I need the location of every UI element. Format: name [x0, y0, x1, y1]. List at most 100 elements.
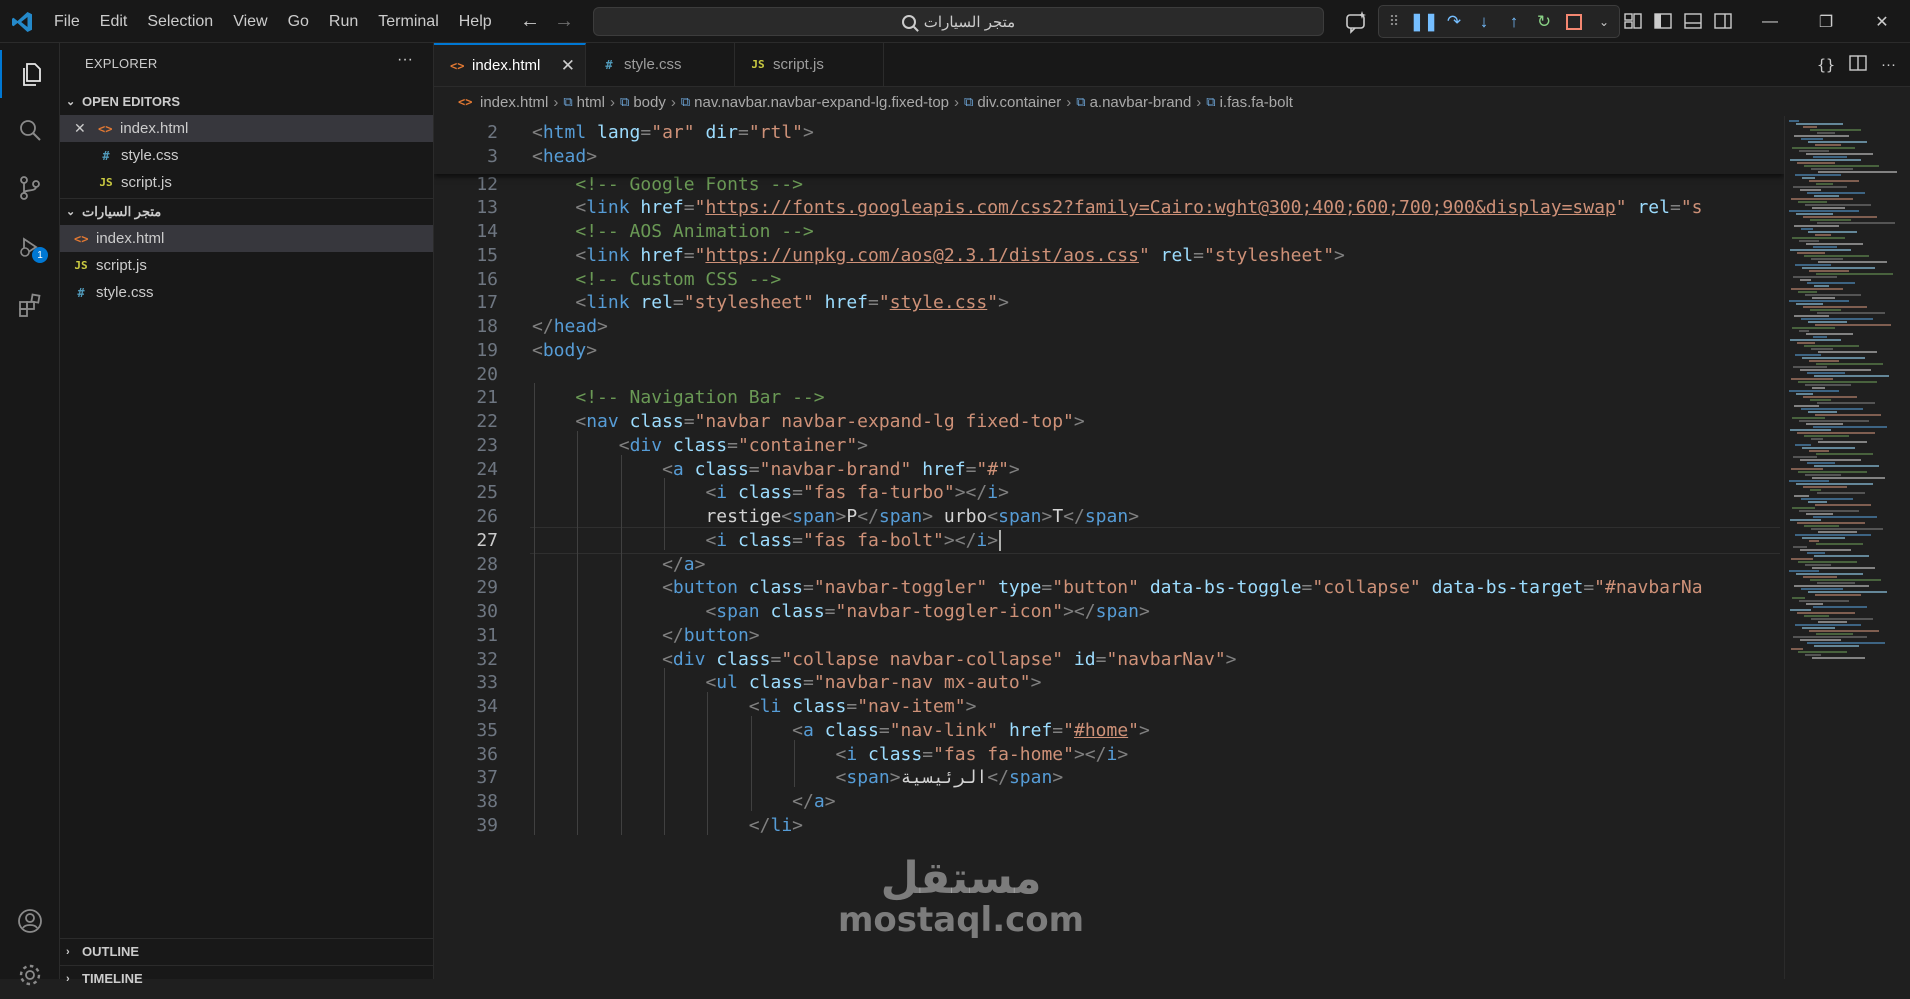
code-token: > — [586, 146, 598, 167]
code-token: <!-- AOS Animation --> — [575, 221, 814, 242]
minimap-line — [1792, 417, 1825, 419]
close-icon[interactable]: ✕ — [561, 56, 575, 76]
symbol-tag-icon: ⧉ — [563, 94, 573, 109]
folder-header[interactable]: ⌄ متجر السيارات — [60, 198, 434, 224]
more-actions-icon[interactable]: ··· — [1881, 56, 1896, 73]
toggle-primary-sidebar-icon[interactable] — [1652, 10, 1674, 32]
minimap-line — [1809, 630, 1879, 632]
command-center-text: متجر السيارات — [923, 13, 1016, 31]
copilot-chat-icon[interactable] — [1342, 8, 1370, 36]
breadcrumb-item[interactable]: html — [577, 94, 605, 111]
tab-label: index.html — [472, 57, 541, 74]
minimap-line — [1818, 621, 1847, 623]
minimap-line — [1803, 396, 1857, 398]
account-icon[interactable] — [0, 897, 60, 945]
minimap-line — [1816, 633, 1853, 635]
open-editor-item[interactable]: JS script.js — [60, 169, 433, 196]
customize-layout-icon[interactable] — [1622, 10, 1644, 32]
extensions-icon[interactable] — [0, 281, 60, 329]
code-token: < — [575, 244, 587, 266]
open-editor-item[interactable]: ✕ <> index.html — [60, 115, 433, 142]
code-editor[interactable]: 2 <html lang="ar" dir="rtl"> 3 <head> 12 <!-… — [434, 116, 1784, 979]
manage-gear-icon[interactable] — [0, 951, 60, 999]
code-token: a — [672, 458, 684, 480]
toggle-panel-icon[interactable] — [1682, 10, 1704, 32]
tab-script-js[interactable]: JS script.js — [735, 43, 884, 86]
run-debug-icon[interactable]: 1 — [0, 223, 60, 271]
minimap-line — [1808, 141, 1867, 143]
open-editors-header[interactable]: ⌄ OPEN EDITORS — [60, 88, 434, 114]
more-actions-icon[interactable]: ··· — [397, 51, 413, 69]
menu-view[interactable]: View — [223, 0, 277, 43]
minimap-line — [1801, 138, 1823, 140]
minimap-line — [1806, 513, 1833, 515]
outline-header[interactable]: › OUTLINE — [60, 938, 434, 964]
step-over-icon[interactable]: ↷ — [1439, 6, 1469, 37]
tab-style-css[interactable]: # style.css — [586, 43, 735, 86]
file-item[interactable]: # style.css — [60, 279, 433, 306]
menu-terminal[interactable]: Terminal — [368, 0, 448, 43]
tab-index-html[interactable]: <> index.html ✕ — [434, 43, 586, 86]
html-file-icon: <> — [74, 231, 89, 246]
source-control-icon[interactable] — [0, 164, 60, 212]
file-item[interactable]: <> index.html — [60, 225, 433, 252]
menu-run[interactable]: Run — [319, 0, 368, 43]
restart-icon[interactable]: ↻ — [1529, 6, 1559, 37]
drag-handle-icon[interactable]: ⠿ — [1379, 6, 1409, 37]
js-file-icon: JS — [99, 176, 113, 189]
stop-icon[interactable] — [1559, 6, 1589, 37]
breadcrumb-item[interactable]: body — [633, 94, 666, 111]
step-out-icon[interactable]: ↑ — [1499, 6, 1529, 37]
pause-icon[interactable]: ❚❚ — [1409, 6, 1439, 37]
menu-file[interactable]: File — [44, 0, 90, 43]
code-token: > — [586, 339, 598, 361]
code-token: i — [716, 529, 728, 551]
breadcrumb-item[interactable]: index.html — [480, 94, 548, 111]
timeline-header[interactable]: › TIMELINE — [60, 965, 434, 991]
open-editor-item[interactable]: # style.css — [60, 142, 433, 169]
breadcrumb-item[interactable]: div.container — [977, 94, 1061, 111]
minimap-line — [1812, 657, 1865, 659]
code-token: = — [792, 482, 803, 504]
file-item[interactable]: JS script.js — [60, 252, 433, 279]
chevron-down-icon[interactable]: ⌄ — [1589, 6, 1619, 37]
braces-icon[interactable]: {} — [1817, 56, 1835, 74]
search-view-icon[interactable] — [0, 106, 60, 154]
code-token: class — [748, 577, 803, 599]
breadcrumb-item[interactable]: nav.navbar.navbar-expand-lg.fixed-top — [694, 94, 949, 111]
minimap-line — [1802, 627, 1835, 629]
minimap-line — [1789, 480, 1829, 482]
minimap-line — [1791, 198, 1853, 200]
minimize-icon[interactable]: — — [1742, 0, 1798, 43]
split-editor-icon[interactable] — [1849, 54, 1867, 75]
explorer-icon[interactable] — [0, 50, 62, 98]
forward-arrow-icon[interactable]: → — [554, 10, 574, 33]
code-token: a — [803, 719, 814, 741]
minimap[interactable] — [1784, 116, 1910, 979]
breadcrumb-item[interactable]: i.fas.fa-bolt — [1220, 94, 1293, 111]
breadcrumb-item[interactable]: a.navbar-brand — [1090, 94, 1192, 111]
minimap-line — [1805, 654, 1821, 656]
code-token: > — [1128, 506, 1140, 527]
code-token: < — [532, 122, 543, 143]
sticky-scroll-header[interactable]: 2 <html lang="ar" dir="rtl"> 3 <head> — [434, 116, 1784, 174]
code-text: </li> — [749, 811, 803, 840]
close-icon[interactable]: ✕ — [74, 120, 90, 137]
menu-edit[interactable]: Edit — [90, 0, 138, 43]
command-center-search[interactable]: متجر السيارات — [593, 7, 1324, 36]
back-arrow-icon[interactable]: ← — [520, 10, 540, 33]
code-token: > — [1139, 719, 1150, 741]
menu-help[interactable]: Help — [449, 0, 502, 43]
minimap-line — [1798, 471, 1867, 473]
close-window-icon[interactable]: ✕ — [1854, 0, 1910, 43]
code-line[interactable]: 3 <head> — [434, 142, 1784, 171]
toggle-secondary-sidebar-icon[interactable] — [1712, 10, 1734, 32]
menu-go[interactable]: Go — [278, 0, 319, 43]
menu-selection[interactable]: Selection — [137, 0, 223, 43]
step-into-icon[interactable]: ↓ — [1469, 6, 1499, 37]
history-nav: ← → — [520, 10, 574, 33]
code-line[interactable]: 39 </li> — [434, 811, 1784, 840]
restore-icon[interactable]: ❐ — [1798, 0, 1854, 43]
minimap-line — [1797, 252, 1825, 254]
